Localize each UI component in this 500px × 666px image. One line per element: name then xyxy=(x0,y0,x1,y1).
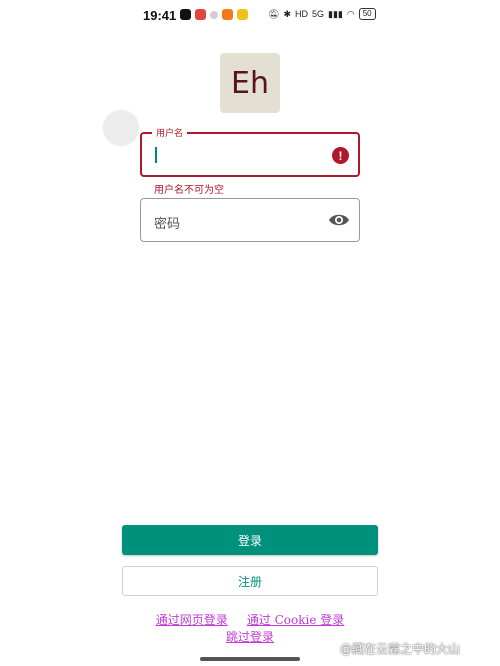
hd-icon: HD xyxy=(294,9,308,19)
mute-icon: 🔕︎ xyxy=(268,8,280,19)
status-bar: 19:41 🔕︎ ✱ HD 5G ▮▮▮ ◠ 50 xyxy=(0,0,500,32)
news-icon xyxy=(195,9,206,20)
status-system-icons: 🔕︎ ✱ HD 5G ▮▮▮ ◠ 50 xyxy=(268,8,376,20)
app-logo: Eh xyxy=(220,53,280,113)
cookie-login-link[interactable]: 通过 Cookie 登录 xyxy=(247,613,344,627)
dot-icon xyxy=(210,10,218,19)
password-placeholder: 密码 xyxy=(154,217,181,232)
register-button[interactable]: 注册 xyxy=(122,566,378,596)
watermark: @藏在云霧之中的大山 xyxy=(340,642,461,656)
touch-ripple xyxy=(103,110,139,146)
password-field[interactable]: 密码 xyxy=(140,198,360,242)
app-orange-icon xyxy=(222,9,233,20)
battery-icon: 50 xyxy=(358,8,376,20)
login-button[interactable]: 登录 xyxy=(122,525,378,555)
username-label: 用户名 xyxy=(152,126,188,139)
wifi-icon: ◠ xyxy=(346,8,355,19)
home-indicator[interactable] xyxy=(200,657,300,661)
error-icon: ! xyxy=(332,147,349,164)
tiktok-icon xyxy=(180,9,191,20)
text-cursor xyxy=(155,147,157,163)
status-time: 19:41 xyxy=(143,8,177,23)
skip-login-link[interactable]: 跳过登录 xyxy=(226,630,274,644)
signal-bars-icon: ▮▮▮ xyxy=(328,8,343,19)
bluetooth-icon: ✱ xyxy=(283,8,291,19)
status-app-icons xyxy=(180,9,248,20)
username-error-message: 用户名不可为空 xyxy=(154,185,224,196)
logo-text: Eh xyxy=(231,65,269,101)
app-yellow-icon xyxy=(237,9,248,20)
signal-icon: 5G xyxy=(311,9,324,19)
username-field[interactable]: 用户名 ! xyxy=(140,126,360,177)
web-login-link[interactable]: 通过网页登录 xyxy=(156,613,228,627)
eye-icon[interactable] xyxy=(328,212,350,228)
